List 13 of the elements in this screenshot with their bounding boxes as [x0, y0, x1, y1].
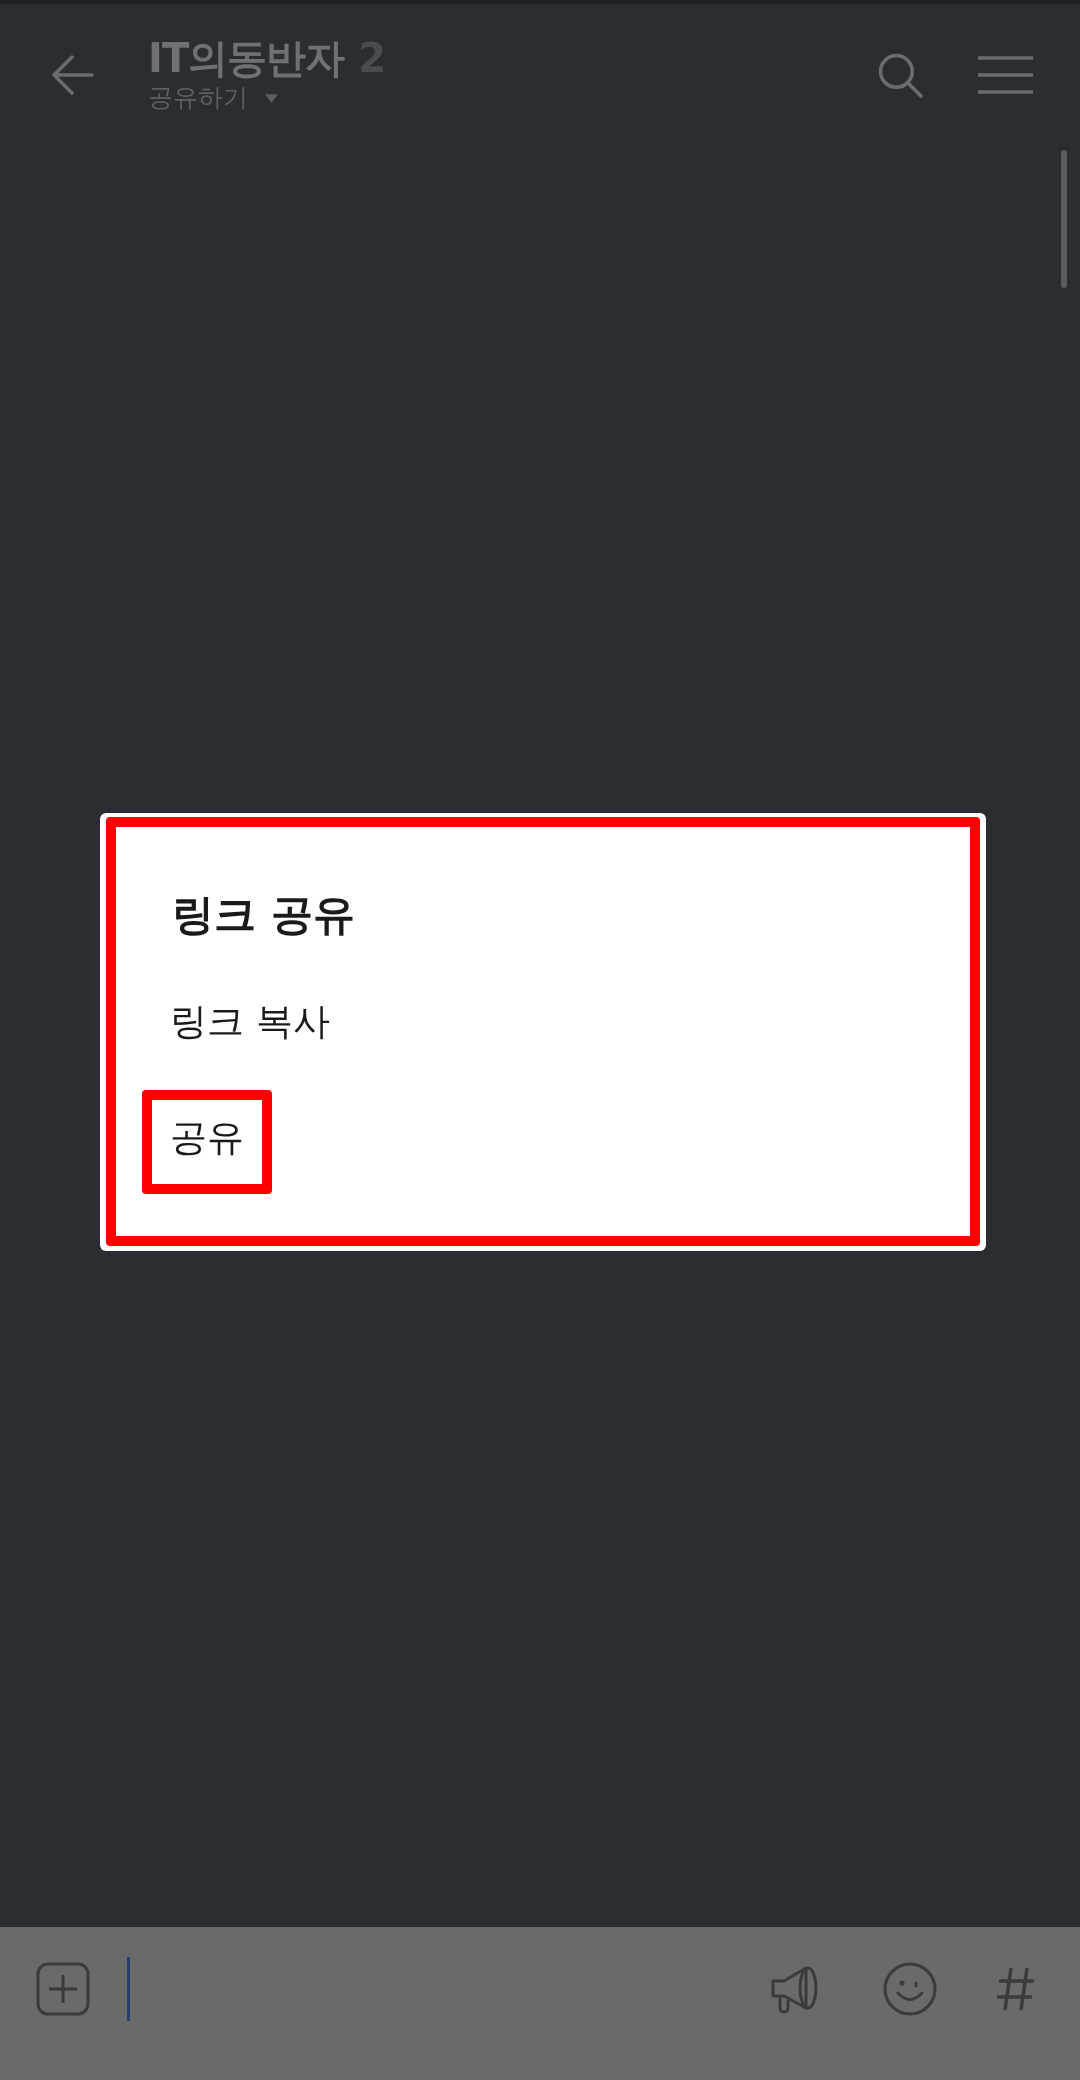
dialog-option[interactable]: 공유	[100, 1080, 986, 1196]
dialog-option[interactable]: 링크 복사	[100, 964, 986, 1080]
caret-icon[interactable]	[265, 93, 278, 103]
back-arrow-icon[interactable]	[52, 55, 94, 95]
plus-icon[interactable]	[36, 1962, 90, 2016]
menu-icon[interactable]	[978, 56, 1033, 94]
hashtag-icon[interactable]	[996, 1966, 1036, 2012]
search-icon[interactable]	[878, 52, 923, 98]
text-cursor	[127, 1957, 130, 2021]
chat-title: IT의동반자	[148, 36, 345, 80]
megaphone-icon[interactable]	[770, 1964, 820, 2014]
dialog-title: 링크 공유	[172, 889, 355, 941]
smiley-icon[interactable]	[883, 1962, 937, 2016]
